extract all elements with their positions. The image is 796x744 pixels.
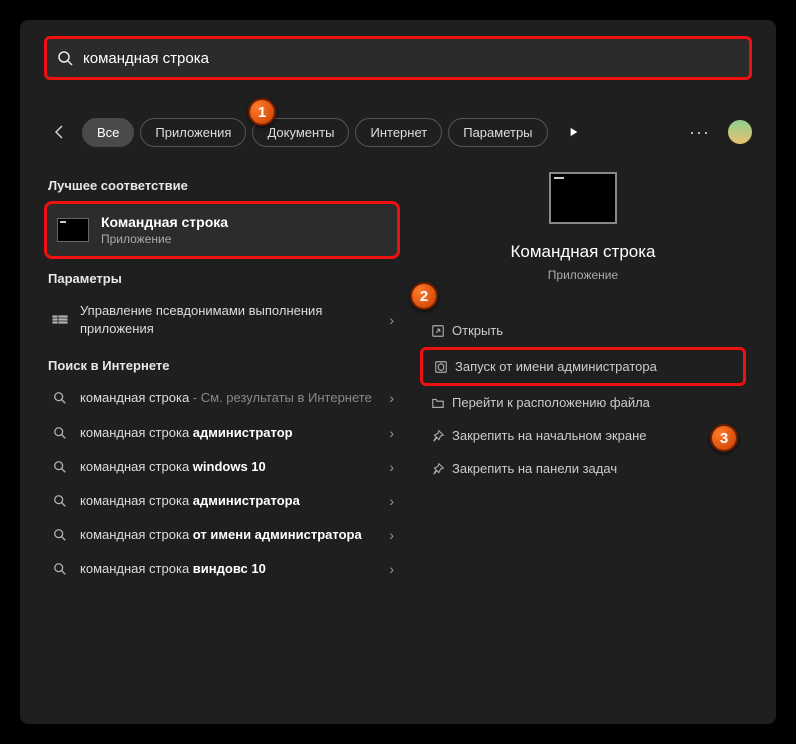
settings-icon	[46, 312, 74, 328]
best-match-result[interactable]: Командная строка Приложение	[44, 201, 400, 259]
chevron-right-icon: ›	[389, 561, 394, 577]
chevron-right-icon: ›	[389, 390, 394, 406]
tab-settings[interactable]: Параметры	[448, 118, 547, 147]
search-icon	[46, 460, 74, 474]
search-query-text: командная строка	[83, 50, 209, 67]
preview-pane: Командная строка Приложение Открыть Запу…	[400, 158, 776, 587]
web-result-4[interactable]: командная строка администратора ›	[44, 484, 400, 518]
results-column: Лучшее соответствие Командная строка При…	[20, 158, 400, 587]
tab-internet[interactable]: Интернет	[355, 118, 442, 147]
annotation-badge-2: 2	[410, 282, 438, 310]
action-pin-start[interactable]: Закрепить на начальном экране	[420, 419, 746, 452]
web-result-1[interactable]: командная строка - См. результаты в Инте…	[44, 381, 400, 415]
annotation-badge-3: 3	[710, 424, 738, 452]
shield-icon	[427, 360, 455, 374]
search-icon	[46, 426, 74, 440]
search-bar[interactable]: командная строка	[44, 36, 752, 80]
settings-result-label: Управление псевдонимами выполнения прило…	[74, 302, 389, 338]
folder-icon	[424, 396, 452, 410]
tab-all[interactable]: Все	[82, 118, 134, 147]
best-match-title: Командная строка	[101, 214, 228, 230]
chevron-right-icon: ›	[389, 493, 394, 509]
tab-more-arrow[interactable]	[558, 116, 590, 148]
action-list: Открыть Запуск от имени администратора П…	[420, 314, 746, 485]
settings-result-aliases[interactable]: Управление псевдонимами выполнения прило…	[44, 294, 400, 346]
tab-apps[interactable]: Приложения	[140, 118, 246, 147]
pin-icon	[424, 462, 452, 476]
preview-app-icon	[549, 172, 617, 224]
chevron-right-icon: ›	[389, 425, 394, 441]
chevron-right-icon: ›	[389, 459, 394, 475]
search-icon	[46, 562, 74, 576]
action-pin-taskbar[interactable]: Закрепить на панели задач	[420, 452, 746, 485]
section-best-match: Лучшее соответствие	[44, 166, 400, 201]
search-icon	[46, 391, 74, 405]
back-button[interactable]	[44, 116, 76, 148]
cmd-icon	[57, 218, 89, 242]
search-icon	[46, 528, 74, 542]
best-match-type: Приложение	[101, 232, 228, 246]
user-avatar[interactable]	[728, 120, 752, 144]
web-result-2[interactable]: командная строка администратор ›	[44, 416, 400, 450]
web-result-5[interactable]: командная строка от имени администратора…	[44, 518, 400, 552]
web-result-6[interactable]: командная строка виндовс 10 ›	[44, 552, 400, 586]
search-input[interactable]: командная строка	[49, 50, 747, 67]
web-result-3[interactable]: командная строка windows 10 ›	[44, 450, 400, 484]
annotation-badge-1: 1	[248, 98, 276, 126]
more-options-button[interactable]: ···	[689, 122, 710, 143]
pin-icon	[424, 429, 452, 443]
chevron-right-icon: ›	[389, 312, 394, 328]
preview-type: Приложение	[548, 268, 618, 282]
search-icon	[46, 494, 74, 508]
chevron-right-icon: ›	[389, 527, 394, 543]
action-open[interactable]: Открыть	[420, 314, 746, 347]
action-open-file-location[interactable]: Перейти к расположению файла	[420, 386, 746, 419]
action-run-as-admin[interactable]: Запуск от имени администратора	[420, 347, 746, 386]
preview-title: Командная строка	[510, 242, 655, 262]
search-panel: 1 2 3 командная строка Все Приложения До…	[20, 20, 776, 724]
open-icon	[424, 324, 452, 338]
filter-tabs: Все Приложения Документы Интернет Параме…	[44, 116, 752, 148]
section-settings: Параметры	[44, 259, 400, 294]
search-icon	[57, 50, 73, 66]
section-web: Поиск в Интернете	[44, 346, 400, 381]
